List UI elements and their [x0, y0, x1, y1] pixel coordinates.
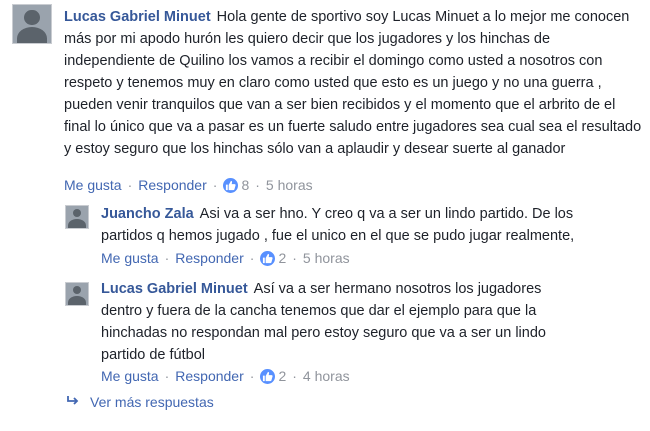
- comment-actions: Me gusta · Responder · 2 · 4 horas: [101, 368, 350, 384]
- thumbs-up-icon[interactable]: [260, 250, 276, 266]
- comment-actions: Me gusta · Responder · 8 · 5 horas: [64, 177, 313, 193]
- timestamp[interactable]: 4 horas: [303, 368, 350, 384]
- like-button[interactable]: Me gusta: [101, 368, 159, 384]
- like-count[interactable]: 2: [278, 368, 286, 384]
- timestamp[interactable]: 5 horas: [303, 250, 350, 266]
- reply-button[interactable]: Responder: [175, 250, 244, 266]
- reply-button[interactable]: Responder: [175, 368, 244, 384]
- comment-body: Lucas Gabriel Minuet Así va a ser hermano…: [101, 278, 571, 366]
- more-replies-label[interactable]: Ver más respuestas: [90, 394, 214, 410]
- thumbs-up-icon[interactable]: [260, 368, 276, 384]
- avatar[interactable]: [65, 282, 89, 306]
- comment-body: Lucas Gabriel Minuet Hola gente de sporti…: [64, 6, 642, 160]
- comment-text: Hola gente de sportivo soy Lucas Minuet …: [64, 9, 642, 157]
- comment-actions: Me gusta · Responder · 2 · 5 horas: [101, 250, 350, 266]
- comment-author[interactable]: Lucas Gabriel Minuet: [101, 281, 248, 297]
- like-button[interactable]: Me gusta: [101, 250, 159, 266]
- reply-button[interactable]: Responder: [138, 177, 207, 193]
- like-count[interactable]: 8: [241, 177, 249, 193]
- comment-author[interactable]: Lucas Gabriel Minuet: [64, 9, 211, 25]
- timestamp[interactable]: 5 horas: [266, 177, 313, 193]
- avatar[interactable]: [65, 205, 89, 229]
- more-replies-link[interactable]: Ver más respuestas: [66, 394, 214, 410]
- reply-arrow-icon: [66, 394, 80, 410]
- thumbs-up-icon[interactable]: [223, 177, 239, 193]
- like-button[interactable]: Me gusta: [64, 177, 122, 193]
- comment-body: Juancho Zala Asi va a ser hno. Y creo q v…: [101, 203, 611, 247]
- avatar[interactable]: [12, 4, 52, 44]
- comment-author[interactable]: Juancho Zala: [101, 206, 194, 222]
- like-count[interactable]: 2: [278, 250, 286, 266]
